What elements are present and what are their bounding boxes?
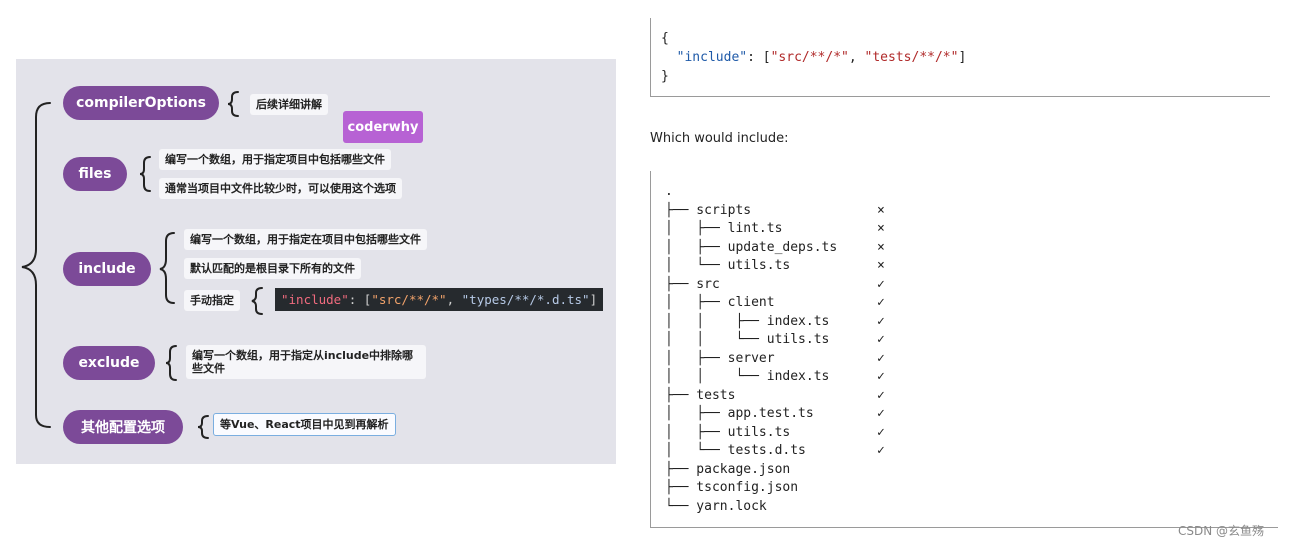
tree-path: │ └── tests.d.ts	[665, 443, 806, 458]
leaf-other-later: 等Vue、React项目中见到再解析	[213, 413, 396, 436]
node-other-options: 其他配置选项	[63, 410, 183, 444]
tree-row: │ ├── app.test.ts ✓	[665, 405, 1278, 424]
tree-path: │ ├── app.test.ts	[665, 406, 814, 421]
tree-mark: ✓	[877, 332, 885, 347]
tree-path: ├── src	[665, 276, 720, 292]
tree-path: │ │ ├── index.ts	[665, 313, 830, 329]
code-line-include: "include": ["src/**/*", "tests/**/*"]	[661, 48, 1270, 67]
json-sep: ,	[848, 50, 865, 65]
root-brace	[21, 102, 51, 428]
node-files: files	[63, 157, 127, 191]
tree-mark: ×	[877, 258, 885, 273]
json-key-include: "include"	[676, 50, 748, 65]
compiler-brace	[227, 91, 239, 117]
tree-mark: ✓	[877, 295, 885, 310]
code-str-src: "src/**/*"	[371, 292, 447, 307]
tree-path: │ ├── client	[665, 295, 775, 310]
files-brace	[139, 156, 151, 192]
tree-mark: ✓	[877, 406, 885, 421]
tree-row: ├── src ✓	[665, 276, 1278, 295]
leaf-files-array: 编写一个数组，用于指定项目中包括哪些文件	[159, 149, 391, 170]
tree-path: ├── tsconfig.json	[665, 480, 799, 495]
code-colon: : [	[348, 292, 372, 307]
tree-row: │ └── tests.d.ts ✓	[665, 442, 1278, 461]
leaf-compiler-detail: 后续详细讲解	[250, 94, 328, 115]
file-tree-block: . ├── scripts × │ ├── lint.ts × │ ├── upda…	[650, 171, 1278, 528]
tree-path: │ ├── lint.ts	[665, 221, 783, 236]
tree-row: │ ├── utils.ts ✓	[665, 424, 1278, 443]
node-exclude: exclude	[63, 346, 155, 380]
tree-mark: ✓	[877, 387, 885, 403]
tree-mark: ✓	[877, 369, 885, 384]
tree-row: ├── package.json	[665, 461, 1278, 480]
code-line-close: }	[661, 69, 669, 84]
json-end: ]	[958, 50, 967, 65]
tree-row: │ ├── lint.ts ×	[665, 220, 1278, 239]
code-comma: ,	[446, 292, 462, 307]
tree-row: ├── scripts ×	[665, 202, 1278, 221]
tree-row: │ └── utils.ts ×	[665, 257, 1278, 276]
tree-path: │ ├── update_deps.ts	[665, 239, 838, 255]
tree-path: │ │ └── index.ts	[665, 369, 830, 384]
tree-path: └── yarn.lock	[665, 498, 767, 514]
tree-path: ├── package.json	[665, 461, 791, 477]
other-brace	[197, 415, 209, 439]
tree-mark: ✓	[877, 276, 885, 292]
tree-row: .	[665, 183, 1278, 202]
node-include: include	[63, 252, 151, 286]
include-code-snippet: "include": ["src/**/*", "types/**/*.d.ts…	[275, 288, 604, 311]
tree-path: │ ├── server	[665, 350, 775, 366]
tree-row: │ ├── update_deps.ts ×	[665, 239, 1278, 258]
tree-row: │ │ └── utils.ts ✓	[665, 331, 1278, 350]
tree-mark: ✓	[877, 424, 885, 440]
include-brace	[159, 232, 175, 304]
tree-row: │ │ ├── index.ts ✓	[665, 313, 1278, 332]
node-compiler-options: compilerOptions	[63, 86, 219, 120]
tree-mark: ✓	[877, 313, 885, 329]
leaf-include-manual: 手动指定	[184, 290, 240, 311]
tree-row: │ ├── client ✓	[665, 294, 1278, 313]
leaf-exclude-array: 编写一个数组，用于指定从include中排除哪些文件	[186, 345, 426, 379]
json-val-tests: "tests/**/*"	[864, 50, 959, 65]
mindmap-panel: compilerOptions 后续详细讲解 coderwhy files 编写…	[16, 59, 616, 464]
tsconfig-code-block: { "include": ["src/**/*", "tests/**/*"] …	[650, 18, 1270, 97]
json-mid: : [	[747, 50, 771, 65]
coderwhy-badge: coderwhy	[343, 111, 423, 143]
leaf-include-default: 默认匹配的是根目录下所有的文件	[184, 258, 361, 279]
tree-mark: ×	[877, 221, 885, 236]
tree-path: │ ├── utils.ts	[665, 424, 791, 440]
tree-row: ├── tests ✓	[665, 387, 1278, 406]
tree-row: │ │ └── index.ts ✓	[665, 368, 1278, 387]
csdn-watermark: CSDN @玄鱼殇	[1178, 524, 1265, 538]
tree-row: ├── tsconfig.json	[665, 479, 1278, 498]
code-str-types: "types/**/*.d.ts"	[461, 292, 590, 307]
include-manual-brace	[251, 287, 263, 315]
tree-mark: ✓	[877, 443, 885, 458]
tree-path: │ │ └── utils.ts	[665, 332, 830, 347]
tree-mark: ✓	[877, 350, 885, 366]
tree-path: ├── tests	[665, 387, 736, 403]
leaf-include-array: 编写一个数组，用于指定在项目中包括哪些文件	[184, 229, 427, 250]
code-key: "include"	[281, 292, 349, 307]
code-line-open: {	[661, 31, 669, 46]
tree-row: └── yarn.lock	[665, 498, 1278, 517]
json-val-src: "src/**/*"	[770, 50, 849, 65]
leaf-files-few: 通常当项目中文件比较少时，可以使用这个选项	[159, 178, 402, 199]
tree-path: │ └── utils.ts	[665, 258, 791, 273]
caption-text: Which would include:	[650, 131, 789, 146]
exclude-brace	[165, 345, 177, 381]
tree-path: .	[665, 184, 673, 199]
tree-row: │ ├── server ✓	[665, 350, 1278, 369]
tree-mark: ×	[877, 239, 885, 255]
tree-mark: ×	[877, 202, 885, 218]
tree-path: ├── scripts	[665, 202, 752, 218]
code-close: ]	[589, 292, 598, 307]
